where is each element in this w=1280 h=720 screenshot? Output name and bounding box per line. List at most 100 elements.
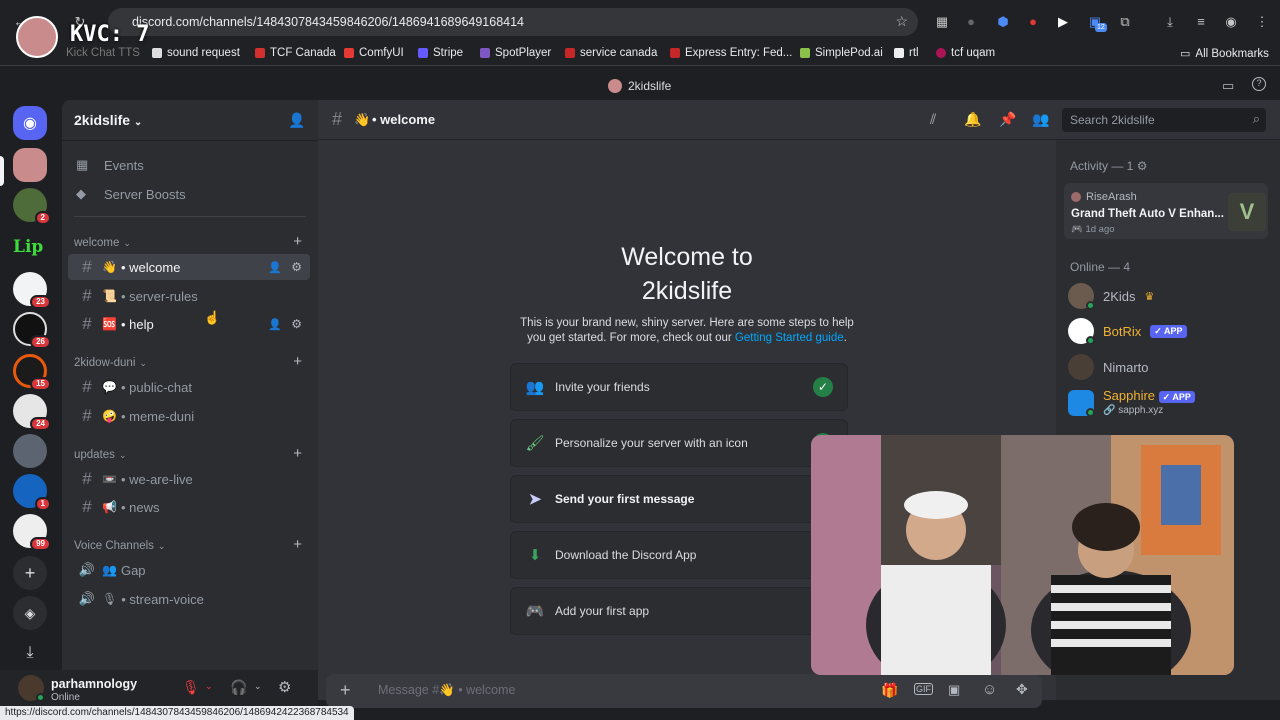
bookmark-rtl[interactable]: rtl [894, 47, 919, 59]
headphones-icon[interactable]: 🎧 [230, 679, 247, 696]
gear-icon[interactable]: ⚙ [291, 317, 302, 331]
download-apps-icon[interactable]: ⤓ [13, 636, 47, 670]
puzzle-icon[interactable]: ⧉ [1117, 14, 1133, 30]
category-updates[interactable]: updates ⌄ [74, 449, 126, 461]
bookmark-express-entry[interactable]: Express Entry: Fed... [670, 47, 792, 59]
add-channel-icon[interactable]: + [293, 445, 302, 462]
discover-icon[interactable]: ◈ [13, 596, 47, 630]
menu-icon[interactable]: ⋮ [1254, 14, 1270, 30]
discord-home-icon[interactable]: ◉ [13, 106, 47, 140]
task-download-app[interactable]: ⬇ Download the Discord App [510, 531, 848, 579]
mic-icon[interactable]: ● [963, 14, 979, 30]
bookmark-comfyui[interactable]: ComfyUI [344, 47, 404, 59]
server-icon[interactable]: 1 [13, 474, 51, 511]
url-text[interactable]: discord.com/channels/1484307843459846206… [132, 15, 524, 29]
bookmark-simplepod[interactable]: SimplePod.ai [800, 47, 883, 59]
add-channel-icon[interactable]: + [293, 353, 302, 370]
all-bookmarks[interactable]: ▭ All Bookmarks [1180, 47, 1269, 61]
extension-badge: 12 [1095, 23, 1107, 32]
server-icon[interactable]: 15 [13, 354, 51, 391]
help-icon[interactable]: ? [1252, 77, 1266, 91]
server-icon[interactable] [13, 434, 47, 468]
record-extension-icon[interactable]: ● [1025, 14, 1041, 30]
server-2kidslife-icon[interactable] [13, 148, 47, 182]
add-channel-icon[interactable]: + [293, 233, 302, 250]
category-2kidow-duni[interactable]: 2kidow-duni ⌄ [74, 357, 147, 369]
task-invite-friends[interactable]: 👥 Invite your friends ✓ [510, 363, 848, 411]
mic-muted-icon[interactable]: 🎙 [182, 679, 200, 696]
channel-public-chat[interactable]: # 💬 • public-chat [68, 374, 310, 400]
task-send-first-message[interactable]: ➤ Send your first message [510, 475, 848, 523]
task-personalize-server[interactable]: 🖌 Personalize your server with an icon ✓ [510, 419, 848, 467]
message-input[interactable]: + Message #👋 • welcome 🎁 GIF ▣ ☺ ✥ [326, 674, 1042, 708]
sticker-icon[interactable]: ▣ [948, 682, 960, 698]
server-icon[interactable]: 24 [13, 394, 51, 431]
sidebar-item-server-boosts[interactable]: ◆ Server Boosts [68, 181, 310, 207]
bookmark-sound-request[interactable]: sound request [152, 47, 240, 59]
channel-help[interactable]: # 🆘 • help 👤 ⚙ [68, 311, 310, 337]
download-icon[interactable]: ⤓ [1162, 14, 1178, 30]
invite-icon[interactable]: 👤 [268, 318, 282, 331]
pin-icon[interactable]: 📌 [999, 111, 1016, 128]
inbox-icon[interactable]: ▭ [1222, 78, 1234, 94]
bookmark-stripe[interactable]: Stripe [418, 47, 463, 59]
extension-icon[interactable]: ▣ 12 [1087, 14, 1107, 32]
member-nimarto[interactable]: Nimarto [1068, 354, 1149, 380]
member-botrix[interactable]: BotRix ✓ APP [1068, 318, 1187, 345]
user-status: Online [51, 692, 80, 703]
voice-channel-stream-voice[interactable]: 🔊 🎙 • stream-voice [68, 586, 310, 612]
channel-news[interactable]: # 📢 • news [68, 494, 310, 520]
invite-people-icon[interactable]: 👤 [288, 112, 305, 129]
member-sapphire[interactable]: Sapphire ✓ APP 🔗 sapph.xyz [1068, 389, 1195, 417]
chevron-down-icon[interactable]: ⌄ [205, 681, 213, 692]
media-icon[interactable]: ≡ [1193, 14, 1209, 30]
server-icon[interactable]: 23 [13, 272, 51, 309]
avatar[interactable] [18, 675, 45, 702]
bookmark-tcf-uqam[interactable]: tcf uqam [936, 47, 995, 59]
channel-meme-duni[interactable]: # 🤪 • meme-duni [68, 403, 310, 429]
play-extension-icon[interactable]: ▶ [1055, 14, 1071, 30]
activity-card[interactable]: RiseArash Grand Theft Auto V Enhan... 🎮 … [1064, 183, 1268, 239]
gif-icon[interactable]: GIF [914, 683, 933, 695]
channel-we-are-live[interactable]: # 📼 • we-are-live [68, 466, 310, 492]
add-channel-icon[interactable]: + [293, 536, 302, 553]
member-2kids[interactable]: 2Kids ♛ [1068, 283, 1154, 310]
gear-icon[interactable]: ⚙ [291, 260, 302, 274]
category-welcome[interactable]: welcome ⌄ [74, 237, 131, 249]
address-bar[interactable]: discord.com/channels/1484307843459846206… [108, 8, 918, 36]
channel-welcome[interactable]: # 👋 • welcome 👤 ⚙ [68, 254, 310, 280]
gear-icon[interactable]: ⚙ [1137, 159, 1148, 173]
channel-server-rules[interactable]: # 📜 • server-rules [68, 283, 310, 309]
gift-icon[interactable]: 🎁 [881, 682, 898, 699]
sidebar-item-events[interactable]: ▦ Events [68, 152, 310, 178]
emoji-icon[interactable]: ☺ [982, 681, 997, 698]
star-icon[interactable]: ☆ [895, 13, 908, 30]
voice-channel-gap[interactable]: 🔊 👥 Gap [68, 557, 310, 583]
shield-extension-icon[interactable]: ⬢ [995, 14, 1011, 30]
category-voice-channels[interactable]: Voice Channels ⌄ [74, 540, 165, 552]
attach-plus-icon[interactable]: + [340, 680, 351, 701]
server-name-dropdown[interactable]: 2kidslife ⌄ [74, 112, 142, 128]
bell-icon[interactable]: 🔔 [964, 111, 981, 128]
server-lip-icon[interactable]: Lip [13, 230, 47, 264]
invite-icon[interactable]: 👤 [268, 261, 282, 274]
bookmark-service-canada[interactable]: service canada [565, 47, 657, 59]
task-add-first-app[interactable]: 🎮 Add your first app [510, 587, 848, 635]
channel-title: • welcome [372, 112, 436, 127]
getting-started-link[interactable]: Getting Started guide [735, 332, 844, 344]
qr-icon[interactable]: ▦ [934, 14, 950, 30]
profile-icon[interactable]: ◉ [1223, 14, 1239, 30]
bookmark-spotplayer[interactable]: SpotPlayer [480, 47, 551, 59]
threads-icon[interactable]: ⫽ [930, 111, 936, 128]
settings-gear-icon[interactable]: ⚙ [278, 678, 291, 696]
server-rail: ◉ 2 Lip 23 26 15 24 1 99 + ◈ ⤓ [0, 100, 62, 700]
add-server-icon[interactable]: + [13, 556, 47, 590]
search-input[interactable]: Search 2kidslife ⌕ [1062, 108, 1266, 132]
server-icon[interactable]: 99 [13, 514, 51, 551]
apps-icon[interactable]: ✥ [1016, 681, 1028, 698]
server-icon[interactable]: 2 [13, 188, 51, 225]
bookmark-tcf-canada[interactable]: TCF Canada [255, 47, 336, 59]
member-list-icon[interactable]: 👥 [1032, 111, 1049, 128]
chevron-down-icon[interactable]: ⌄ [254, 681, 262, 692]
server-icon[interactable]: 26 [13, 312, 51, 349]
